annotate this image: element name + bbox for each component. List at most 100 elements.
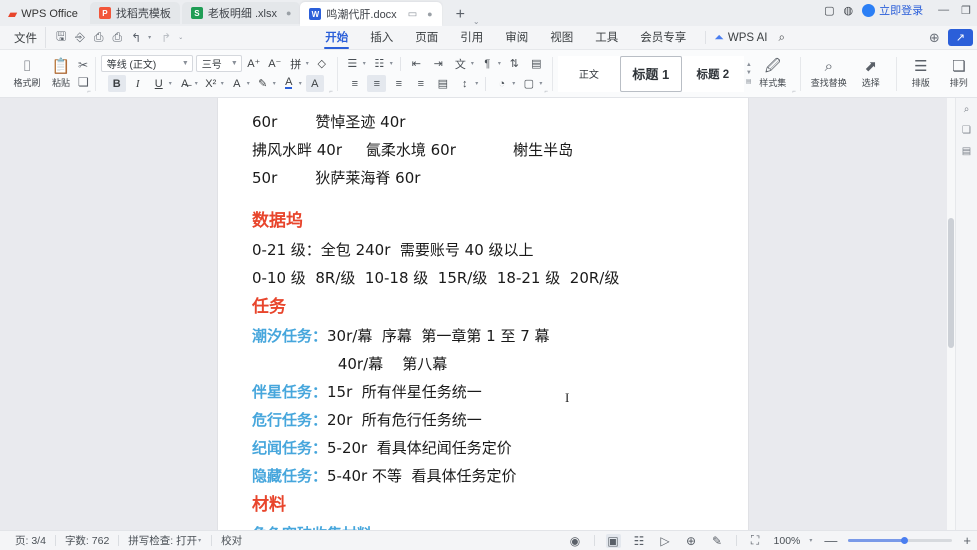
styles-dialog-launcher[interactable]: ⌐ — [792, 89, 796, 95]
chevron-down-icon[interactable]: ▾ — [273, 80, 276, 87]
minimize-button[interactable]: — — [938, 4, 949, 16]
align-left-icon[interactable]: ≡ — [345, 75, 364, 92]
undo-caret-icon[interactable]: ▾ — [148, 34, 151, 41]
strikethrough-icon[interactable]: A̶ — [176, 75, 194, 92]
asian-layout-icon[interactable]: 文 — [451, 55, 470, 72]
style-heading-1[interactable]: 标题 1 — [619, 55, 682, 92]
increase-font-size-icon[interactable]: A⁺ — [245, 55, 263, 72]
tab-template-store[interactable]: P 找稻壳模板 — [89, 2, 180, 24]
tab-tools[interactable]: 工具 — [584, 26, 629, 50]
find-replace-button[interactable]: ⌕ 查找替换 — [806, 52, 852, 96]
tab-start[interactable]: 开始 — [314, 26, 359, 50]
chevron-down-icon[interactable]: ▾ — [390, 60, 393, 67]
document-page[interactable]: 60r 赞悼圣迹 40r 拂风水畔 40r 氤柔水境 60r 榭生半岛 50r … — [218, 98, 748, 530]
word-count[interactable]: 字数: 762 — [56, 533, 118, 548]
chevron-down-icon[interactable]: ▾ — [498, 60, 501, 67]
shading-color-icon[interactable]: ◔ — [492, 75, 511, 92]
align-center-icon[interactable]: ≡ — [367, 75, 387, 92]
wps-ai-button[interactable]: ⏶ WPS AI — [714, 30, 767, 45]
edit-pen-icon[interactable]: ✎ — [710, 534, 725, 548]
chevron-down-icon[interactable]: ▾ — [512, 80, 515, 87]
chevron-down-icon[interactable]: ▾ — [539, 80, 542, 87]
paragraph-dialog-launcher[interactable]: ⌐ — [544, 89, 548, 95]
chevron-down-icon[interactable]: ▾ — [475, 80, 478, 87]
font-color-icon[interactable]: A — [280, 75, 298, 92]
sidebar-clip-icon[interactable]: ❏ — [962, 125, 971, 136]
screen-icon[interactable]: ▭ — [408, 9, 417, 20]
decrease-indent-icon[interactable]: ⇤ — [407, 55, 426, 72]
chevron-down-icon[interactable]: ▾ — [306, 60, 309, 67]
superscript-icon[interactable]: X² — [202, 75, 220, 92]
new-tab-button[interactable]: + — [450, 6, 471, 26]
print-preview-icon[interactable]: ⎙ — [112, 30, 122, 45]
scrollbar-thumb[interactable] — [948, 218, 954, 348]
proofread-button[interactable]: 校对 — [212, 533, 251, 548]
style-heading-2[interactable]: 标题 2 — [681, 55, 744, 92]
underline-button[interactable]: U — [150, 75, 168, 92]
fit-page-icon[interactable]: ⛶ — [748, 533, 763, 548]
justify-icon[interactable]: ≡ — [411, 75, 430, 92]
save-icon[interactable]: 🖫 — [56, 27, 66, 48]
copy-icon[interactable]: ❏ — [78, 75, 89, 89]
clear-formatting-icon[interactable]: ◇ — [313, 55, 331, 72]
format-painter-button[interactable]: ⌷ 格式刷 — [10, 52, 44, 96]
chevron-down-icon[interactable]: ▾ — [247, 80, 250, 87]
menu-file[interactable]: 文件 — [6, 30, 45, 46]
tab-reference[interactable]: 引用 — [449, 26, 494, 50]
eye-icon[interactable]: ◉ — [568, 534, 583, 548]
chevron-down-icon[interactable]: ▾ — [299, 80, 302, 87]
tab-review[interactable]: 审阅 — [494, 26, 539, 50]
sidebar-search-icon[interactable]: ⌕ — [964, 104, 970, 115]
distribute-icon[interactable]: ▤ — [433, 75, 452, 92]
text-effects-icon[interactable]: A — [228, 75, 246, 92]
sidebar-doc-icon[interactable]: ▤ — [962, 146, 971, 157]
bullets-icon[interactable]: ☰ — [343, 55, 362, 72]
show-paragraph-marks-icon[interactable]: ¶ — [478, 55, 497, 72]
tab-view[interactable]: 视图 — [539, 26, 584, 50]
align-right-icon[interactable]: ≡ — [389, 75, 408, 92]
search-icon[interactable]: ⌕ — [767, 26, 795, 50]
outline-view-icon[interactable]: ☷ — [632, 534, 647, 548]
qat-more-icon[interactable]: ⌄ — [178, 34, 183, 41]
font-name-combobox[interactable]: 等线 (正文) ▼ — [100, 55, 193, 72]
print-icon[interactable]: ⎙ — [94, 30, 104, 45]
cloud-sync-icon[interactable]: ⎆ — [75, 30, 85, 45]
font-size-combobox[interactable]: 三号 ▼ — [195, 55, 242, 72]
sort-icon[interactable]: ⇅ — [505, 55, 524, 72]
print-layout-view-icon[interactable]: ▣ — [605, 533, 621, 548]
increase-indent-icon[interactable]: ⇥ — [429, 55, 448, 72]
share-button[interactable]: ↗ — [947, 29, 973, 46]
clipboard-dialog-launcher[interactable]: ⌐ — [87, 89, 91, 95]
chevron-down-icon[interactable]: ▾ — [809, 537, 812, 544]
bold-button[interactable]: B — [107, 75, 126, 92]
style-normal[interactable]: 正文 — [557, 55, 620, 92]
numbering-icon[interactable]: ☷ — [370, 55, 389, 72]
chevron-down-icon[interactable]: ▾ — [221, 80, 224, 87]
italic-button[interactable]: I — [129, 75, 147, 92]
font-dialog-launcher[interactable]: ⌐ — [329, 89, 333, 95]
chevron-down-icon[interactable]: ▾ — [363, 60, 366, 67]
typeset-button[interactable]: ☰ 排版 — [902, 52, 940, 96]
page-indicator[interactable]: 页: 3/4 — [6, 533, 55, 548]
zoom-in-button[interactable]: + — [963, 533, 971, 548]
zoom-out-button[interactable]: — — [824, 533, 837, 548]
screen-icon[interactable]: ▢ — [824, 4, 834, 17]
chevron-down-icon[interactable]: ▾ — [471, 60, 474, 67]
style-set-button[interactable]: 🖉 样式集 — [752, 52, 794, 96]
pinyin-guide-icon[interactable]: 拼 — [287, 55, 305, 72]
select-button[interactable]: ⬈ 选择 — [852, 52, 890, 96]
tab-page[interactable]: 页面 — [404, 26, 449, 50]
borders-icon[interactable]: ▢ — [519, 75, 538, 92]
zoom-slider-knob[interactable] — [901, 537, 909, 544]
reading-view-icon[interactable]: ▷ — [658, 534, 673, 548]
wps-office-logo[interactable]: ▰ WPS Office — [0, 2, 90, 26]
cut-icon[interactable]: ✂ — [78, 58, 89, 72]
chevron-down-icon[interactable]: ▾ — [198, 537, 201, 544]
web-view-icon[interactable]: ⊕ — [684, 534, 699, 548]
cloud-icon[interactable]: ◍ — [844, 4, 854, 17]
arrange-button[interactable]: ❏ 排列 — [940, 52, 977, 96]
tab-mingchaodaigan-docx[interactable]: W 鸣潮代肝.docx ▭ ● — [300, 2, 442, 26]
zoom-slider[interactable] — [848, 537, 953, 544]
undo-icon[interactable]: ↰ — [131, 31, 141, 45]
document-canvas[interactable]: 60r 赞悼圣迹 40r 拂风水畔 40r 氤柔水境 60r 榭生半岛 50r … — [0, 98, 977, 530]
